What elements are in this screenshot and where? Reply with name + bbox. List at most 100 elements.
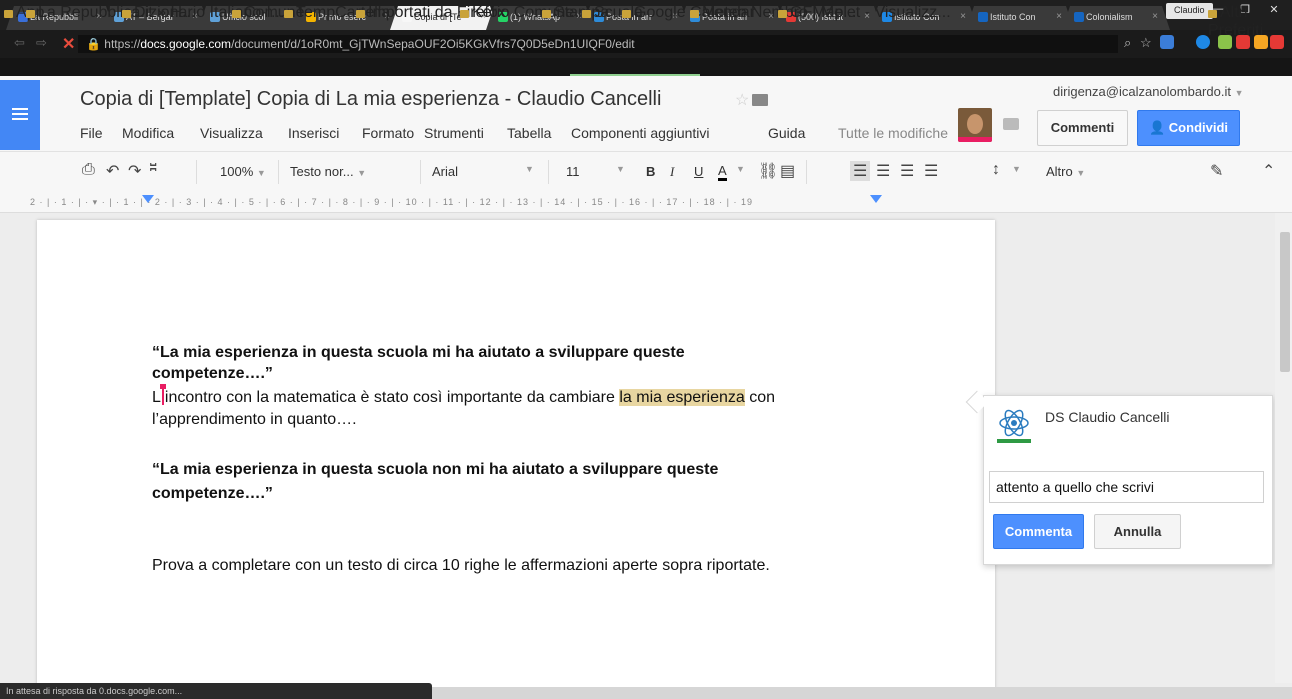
heading-line: competenze….” bbox=[152, 485, 273, 502]
bookmark-folder-icon bbox=[232, 10, 241, 18]
zoom-select[interactable]: 100% ▼ bbox=[220, 164, 266, 179]
bookmark-folder-icon bbox=[284, 10, 293, 18]
comment-input[interactable] bbox=[989, 471, 1264, 503]
right-indent-marker[interactable] bbox=[870, 195, 882, 203]
menu-guida[interactable]: Guida bbox=[768, 125, 805, 141]
text-color-button[interactable]: A bbox=[718, 164, 727, 181]
bookmark-folder-icon bbox=[778, 10, 787, 18]
bookmark-label: GFMaplet - Visualizz... bbox=[790, 4, 951, 21]
line-spacing-icon[interactable]: ↕ bbox=[992, 161, 1000, 179]
bookmark-folder-icon bbox=[460, 10, 469, 18]
docs-logo-icon[interactable] bbox=[0, 80, 40, 150]
tab-label: Istituto Con bbox=[990, 12, 1036, 22]
paragraph-line: Lincontro con la matematica è stato così… bbox=[152, 384, 776, 406]
browser-tab[interactable]: Istituto Con × bbox=[966, 6, 1074, 30]
account-email[interactable]: dirigenza@icalzanolombardo.it ▼ bbox=[1053, 84, 1244, 99]
bookmark-folder-icon bbox=[26, 10, 35, 18]
comment-author: DS Claudio Cancelli bbox=[1045, 409, 1170, 425]
heading-line: “La mia esperienza in questa scuola mi h… bbox=[152, 344, 685, 361]
menu-componenti-aggiuntivi[interactable]: Componenti aggiuntivi bbox=[571, 125, 710, 141]
menu-file[interactable]: File bbox=[80, 125, 103, 141]
menu-strumenti[interactable]: Strumenti bbox=[424, 125, 484, 141]
tab-favicon-icon bbox=[978, 12, 988, 22]
commented-highlight[interactable]: la mia esperienza bbox=[619, 389, 745, 406]
align-left-icon[interactable]: ☰ bbox=[850, 161, 871, 181]
print-icon[interactable]: ⎙ bbox=[82, 161, 95, 179]
color-chevron-down-icon[interactable]: ▼ bbox=[736, 164, 745, 174]
menu-visualizza[interactable]: Visualizza bbox=[200, 125, 263, 141]
collaborator-avatar[interactable] bbox=[958, 108, 992, 142]
bookmark-folder-icon bbox=[582, 10, 591, 18]
menu-inserisci[interactable]: Inserisci bbox=[288, 125, 339, 141]
share-button[interactable]: 👤 Condividi bbox=[1137, 110, 1240, 146]
justify-icon[interactable]: ☰ bbox=[924, 161, 938, 181]
saved-status[interactable]: Tutte le modifiche bbox=[838, 125, 948, 141]
star-icon[interactable]: ☆ bbox=[735, 90, 749, 110]
bookmark-item[interactable]: GFMaplet - Visualizz... bbox=[778, 4, 951, 22]
heading-line: “La mia esperienza in questa scuola non … bbox=[152, 461, 719, 478]
redo-icon[interactable]: ↷ bbox=[128, 161, 141, 181]
lock-icon: 🔒 bbox=[86, 37, 101, 51]
folder-icon[interactable] bbox=[752, 94, 768, 106]
status-bar: In attesa di risposta da 0.docs.google.c… bbox=[0, 683, 432, 699]
tab-close-icon[interactable]: × bbox=[1152, 11, 1158, 22]
menu-modifica[interactable]: Modifica bbox=[122, 125, 174, 141]
link-icon[interactable]: ⛓ bbox=[758, 161, 778, 181]
horizontal-scrollbar[interactable] bbox=[432, 687, 1292, 699]
size-chevron-down-icon[interactable]: ▼ bbox=[616, 164, 625, 174]
cancel-comment-button[interactable]: Annulla bbox=[1094, 514, 1181, 549]
chat-icon[interactable] bbox=[1003, 118, 1019, 130]
style-select[interactable]: Testo nor... ▼ bbox=[290, 164, 366, 179]
collapse-toolbar-icon[interactable]: ⌃ bbox=[1262, 161, 1275, 181]
left-indent-marker[interactable] bbox=[142, 195, 154, 203]
tab-close-icon[interactable]: × bbox=[960, 11, 966, 22]
bookmark-item[interactable]: Altri Preferiti bbox=[1208, 4, 1292, 40]
extension-icon[interactable] bbox=[1160, 35, 1174, 49]
tab-close-icon[interactable]: × bbox=[1056, 11, 1062, 22]
zoom-icon[interactable]: ⌕ bbox=[1124, 35, 1131, 51]
bookmark-folder-icon bbox=[622, 10, 631, 18]
forward-icon[interactable]: ⇨ bbox=[36, 35, 47, 51]
bookmark-folder-icon bbox=[122, 10, 131, 18]
more-menu[interactable]: Altro ▼ bbox=[1046, 164, 1085, 179]
url-prefix: https:// bbox=[104, 37, 141, 51]
ruler-scale: 2 · | · 1 · | · ▾ · | · 1 · | · 2 · | · … bbox=[30, 197, 754, 207]
document-title[interactable]: Copia di [Template] Copia di La mia espe… bbox=[80, 88, 661, 111]
align-right-icon[interactable]: ☰ bbox=[900, 161, 914, 181]
comment-icon[interactable]: ▤ bbox=[780, 161, 795, 181]
bold-button[interactable]: B bbox=[646, 164, 655, 179]
font-select[interactable]: Arial bbox=[432, 164, 458, 179]
bookmark-folder-icon bbox=[356, 10, 365, 18]
menu-formato[interactable]: Formato bbox=[362, 125, 414, 141]
underline-button[interactable]: U bbox=[694, 164, 703, 179]
tab-label: Colonialism bbox=[1086, 12, 1133, 22]
bookmark-folder-icon bbox=[542, 10, 551, 18]
url-path: /document/d/1oR0mt_GjTWnSepaOUF2Oi5KGkVf… bbox=[231, 37, 635, 51]
spacing-chevron-down-icon[interactable]: ▼ bbox=[1012, 164, 1021, 174]
comments-button[interactable]: Commenti bbox=[1037, 110, 1128, 146]
paint-format-icon[interactable]: ⎶ bbox=[150, 161, 156, 179]
align-center-icon[interactable]: ☰ bbox=[876, 161, 890, 181]
stop-icon[interactable]: ✕ bbox=[62, 34, 75, 54]
back-icon[interactable]: ⇦ bbox=[14, 35, 25, 51]
paragraph-line: Prova a completare con un testo di circa… bbox=[152, 557, 770, 574]
atom-avatar-icon bbox=[997, 405, 1031, 445]
font-size-select[interactable]: 11 bbox=[566, 164, 580, 179]
scrollbar-thumb[interactable] bbox=[1280, 232, 1290, 372]
browser-tab[interactable]: Colonialism × bbox=[1062, 6, 1170, 30]
bookmark-star-icon[interactable]: ☆ bbox=[1140, 35, 1152, 51]
menu-tabella[interactable]: Tabella bbox=[507, 125, 551, 141]
bookmark-folder-icon bbox=[690, 10, 699, 18]
url-input[interactable]: 🔒 https://docs.google.com/document/d/1oR… bbox=[78, 35, 1118, 53]
paragraph-line: l’apprendimento in quanto…. bbox=[152, 411, 357, 428]
submit-comment-button[interactable]: Commenta bbox=[993, 514, 1084, 549]
url-host: docs.google.com bbox=[140, 37, 232, 51]
pencil-icon[interactable]: ✎ bbox=[1210, 161, 1223, 181]
collaborator-cursor bbox=[159, 384, 166, 405]
tab-favicon-icon bbox=[1074, 12, 1084, 22]
bookmark-folder-icon bbox=[1208, 10, 1217, 18]
undo-icon[interactable]: ↶ bbox=[106, 161, 119, 181]
bookmark-folder-icon bbox=[4, 10, 13, 18]
italic-button[interactable]: I bbox=[670, 164, 674, 180]
font-chevron-down-icon[interactable]: ▼ bbox=[525, 164, 534, 174]
